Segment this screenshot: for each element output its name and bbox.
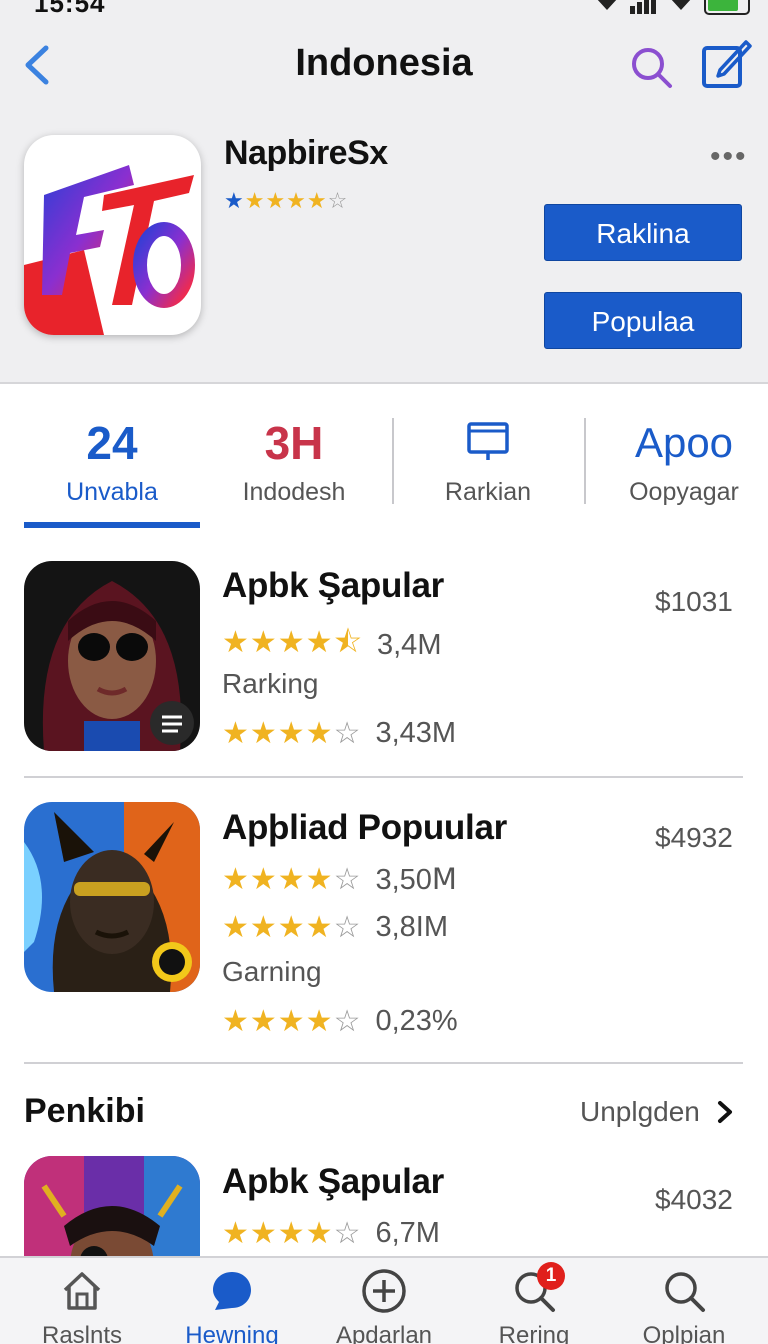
search-icon: 1: [511, 1262, 565, 1314]
rating-count: 3,8IM: [375, 911, 449, 943]
rating-count: 0,23%: [375, 1005, 458, 1037]
active-tab-indicator: [24, 522, 200, 528]
rating-count: 3,43M: [375, 717, 457, 749]
notification-badge: 1: [537, 1262, 565, 1290]
stat-label: Rarkian: [444, 478, 532, 506]
star-rating: ★★★★☆: [222, 911, 362, 944]
rating-count: 6,7M: [375, 1217, 440, 1249]
star-rating: ★★★★⯪: [222, 626, 363, 659]
tab-label: Oplpian: [642, 1322, 726, 1344]
stat-value: 3H: [264, 417, 324, 469]
home-icon: [59, 1268, 105, 1314]
app-price: $1031: [655, 586, 733, 617]
stat-tab-indodesh[interactable]: 3H Indodesh: [214, 400, 374, 507]
stats-row: 24 Unvabla 3H Indodesh Rarkian Apoo Oopy…: [0, 400, 768, 530]
rating-count: 3,50Ⅿ: [375, 864, 457, 896]
stat-tab-apoo[interactable]: Apoo Oopyagar: [600, 400, 768, 507]
star-rating: ★★★★☆: [222, 1005, 362, 1038]
tab-label: Apdarlan: [335, 1322, 433, 1344]
tab-hewning[interactable]: Hewning: [162, 1268, 302, 1344]
chat-bubble-icon: [209, 1268, 255, 1314]
app-rating: ★★★★☆ 6,7M: [222, 1216, 440, 1251]
app-category: Rarking: [222, 668, 319, 699]
app-rating: ★★★★☆ 3,43M: [222, 716, 456, 751]
status-bar: 15:54: [0, 0, 768, 18]
stat-divider: [392, 418, 394, 504]
stat-divider: [584, 418, 586, 504]
star-rating: ★★★★☆: [222, 863, 362, 896]
stat-label: Unvabla: [66, 478, 158, 506]
section-see-all-link[interactable]: Unplgden: [580, 1096, 734, 1128]
primary-action-button[interactable]: Raklina: [544, 204, 742, 261]
status-time: 15:54: [34, 0, 106, 18]
app-rating: ★★★★★☆: [224, 188, 349, 213]
search-icon: [661, 1268, 707, 1314]
secondary-action-button[interactable]: Populaa: [544, 292, 742, 349]
signal-icon: [630, 0, 658, 14]
stat-tab-rarkian[interactable]: Rarkian: [410, 400, 566, 507]
app-thumbnail[interactable]: [24, 802, 200, 992]
bottom-tab-bar: Raslnts Hewning Apdarlan 1 Rering Oplpia…: [0, 1256, 768, 1344]
monitor-icon: [467, 422, 509, 460]
battery-icon: [704, 0, 750, 15]
star-rating: ★★★★☆: [222, 717, 362, 750]
stat-value: Apoo: [634, 419, 734, 466]
navigation-bar: Indonesia: [0, 30, 768, 100]
tab-label: Rering: [498, 1322, 570, 1344]
app-name: NapbireSx: [224, 134, 388, 172]
stat-label: Oopyagar: [629, 478, 739, 506]
tab-raslnts[interactable]: Raslnts: [12, 1268, 152, 1344]
search-button[interactable]: [628, 44, 674, 90]
tab-apdarlan[interactable]: Apdarlan: [314, 1268, 454, 1344]
app-category: Garning: [222, 956, 322, 987]
app-name[interactable]: Apþliad Popuular: [222, 808, 507, 848]
list-divider: [24, 1062, 743, 1064]
wifi-icon: [668, 0, 694, 17]
status-icons: [594, 0, 750, 17]
stat-icon-wrap: [410, 400, 566, 464]
search-icon: [632, 48, 672, 88]
app-rating: ★★★★⯪ 3,4M: [222, 620, 441, 671]
stat-tab-unvabla[interactable]: 24 Unvabla: [24, 400, 200, 507]
compose-button[interactable]: [700, 36, 752, 90]
battery-level: [708, 0, 739, 11]
app-thumbnail[interactable]: [24, 561, 200, 751]
chevron-right-icon: [717, 1101, 732, 1123]
app-rating: ★★★★☆ 3,50Ⅿ: [222, 862, 457, 897]
app-name[interactable]: Apbk Şapular: [222, 1162, 444, 1202]
app-name[interactable]: Apbk Şapular: [222, 566, 444, 606]
more-options-button[interactable]: •••: [710, 140, 748, 174]
stat-label: Indodesh: [242, 478, 346, 506]
section-link-label: Unplgden: [580, 1096, 700, 1127]
wifi-icon: [594, 0, 620, 17]
tab-rering[interactable]: 1 Rering: [464, 1262, 604, 1344]
app-rating: ★★★★☆ 0,23%: [222, 1004, 458, 1039]
tab-label: Raslnts: [41, 1322, 123, 1344]
rating-count: 3,4M: [377, 629, 442, 661]
app-icon: [24, 135, 201, 335]
tab-label: Hewning: [185, 1322, 279, 1344]
plus-circle-icon: [361, 1268, 407, 1314]
tab-oplpian[interactable]: Oplpian: [614, 1268, 754, 1344]
star-rating: ★★★★☆: [222, 1217, 362, 1250]
stat-value: 24: [86, 417, 138, 469]
compose-icon: [702, 40, 752, 88]
section-title: Penkibi: [24, 1092, 145, 1130]
app-price: $4932: [655, 822, 733, 853]
app-rating: ★★★★☆ 3,8IM: [222, 910, 448, 945]
list-divider: [24, 776, 743, 778]
app-price: $4032: [655, 1184, 733, 1215]
